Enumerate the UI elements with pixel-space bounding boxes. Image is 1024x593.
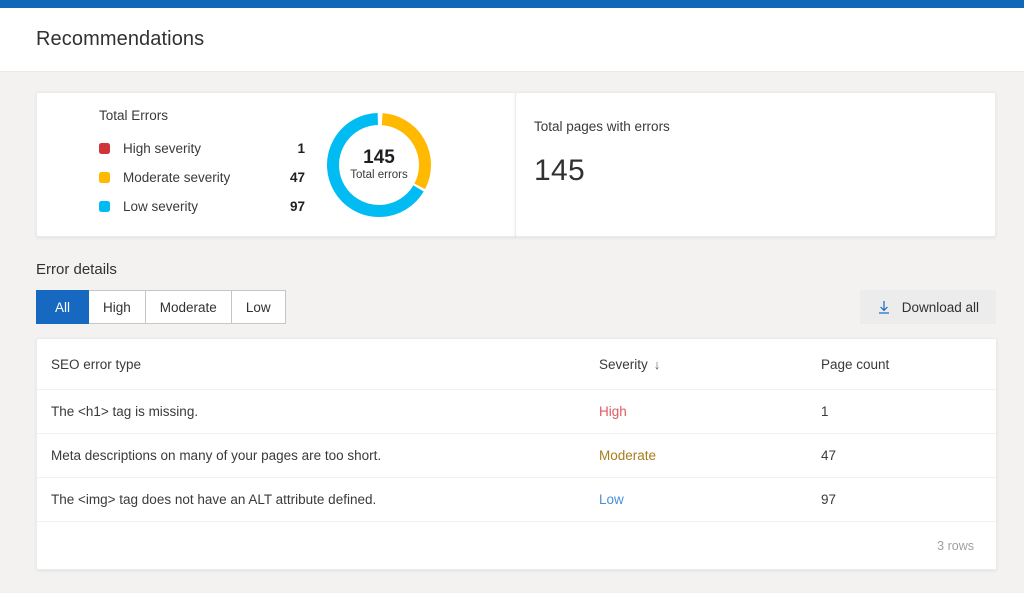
severity-filter-group: All High Moderate Low xyxy=(36,290,286,324)
error-details-table: SEO error type Severity ↓ Page count The … xyxy=(37,339,996,522)
cell-error-type: Meta descriptions on many of your pages … xyxy=(37,433,585,478)
top-accent-bar xyxy=(0,0,1024,8)
legend-item-moderate: Moderate severity 47 xyxy=(99,163,305,192)
table-body: The <h1> tag is missing. High 1 Meta des… xyxy=(37,389,996,522)
legend-title: Total Errors xyxy=(99,108,169,123)
legend-label-high: High severity xyxy=(123,141,202,156)
main-content: Total Errors High severity 1 Moderate se… xyxy=(0,72,1024,570)
table-row-count: 3 rows xyxy=(937,539,974,553)
legend-item-high: High severity 1 xyxy=(99,134,305,163)
donut-svg xyxy=(327,112,431,217)
download-all-label: Download all xyxy=(901,299,979,315)
sort-descending-icon: ↓ xyxy=(653,357,661,372)
column-header-severity-label: Severity xyxy=(599,357,648,372)
total-pages-with-errors-card: Total pages with errors 145 xyxy=(515,92,996,237)
errors-donut-chart: 145 Total errors xyxy=(323,109,435,221)
cell-page-count: 47 xyxy=(807,433,996,478)
errors-legend: Total Errors High severity 1 Moderate se… xyxy=(37,108,305,221)
legend-value-low: 97 xyxy=(289,199,305,214)
table-row[interactable]: Meta descriptions on many of your pages … xyxy=(37,433,996,478)
pages-kpi-label: Total pages with errors xyxy=(534,119,670,134)
total-errors-card: Total Errors High severity 1 Moderate se… xyxy=(36,92,516,237)
table-row[interactable]: The <h1> tag is missing. High 1 xyxy=(37,389,996,434)
filter-tab-low[interactable]: Low xyxy=(231,290,286,324)
column-header-page-count[interactable]: Page count xyxy=(807,339,996,390)
legend-item-low: Low severity 97 xyxy=(99,192,305,221)
table-head: SEO error type Severity ↓ Page count xyxy=(37,339,996,390)
cell-severity: Moderate xyxy=(585,433,807,478)
high-severity-dot-icon xyxy=(99,143,110,154)
cell-error-type: The <h1> tag is missing. xyxy=(37,389,585,434)
filter-tab-high[interactable]: High xyxy=(89,290,146,324)
low-severity-dot-icon xyxy=(99,201,110,212)
column-header-seo-error-type[interactable]: SEO error type xyxy=(37,339,585,390)
legend-value-high: 1 xyxy=(297,141,305,156)
legend-label-low: Low severity xyxy=(123,199,199,214)
filter-tab-moderate[interactable]: Moderate xyxy=(145,290,232,324)
download-all-button[interactable]: Download all xyxy=(859,290,996,324)
error-details-table-card: SEO error type Severity ↓ Page count The … xyxy=(36,338,997,570)
cell-severity: Low xyxy=(585,477,807,522)
table-header-row: SEO error type Severity ↓ Page count xyxy=(37,339,996,390)
cell-page-count: 97 xyxy=(807,477,996,522)
cell-severity: High xyxy=(585,389,807,434)
moderate-severity-dot-icon xyxy=(99,172,110,183)
donut-segment-moderate xyxy=(381,112,431,189)
table-row[interactable]: The <img> tag does not have an ALT attri… xyxy=(37,477,996,522)
cell-error-type: The <img> tag does not have an ALT attri… xyxy=(37,477,585,522)
column-header-severity[interactable]: Severity ↓ xyxy=(585,339,807,390)
cell-page-count: 1 xyxy=(807,389,996,434)
summary-row: Total Errors High severity 1 Moderate se… xyxy=(36,92,996,237)
legend-label-moderate: Moderate severity xyxy=(123,170,231,185)
page-header: Recommendations xyxy=(0,8,1024,72)
legend-value-moderate: 47 xyxy=(289,170,305,185)
pages-kpi-value: 145 xyxy=(534,154,585,187)
table-controls: All High Moderate Low Download all xyxy=(36,290,996,324)
page-title: Recommendations xyxy=(36,28,205,50)
download-icon xyxy=(878,300,889,314)
filter-tab-all[interactable]: All xyxy=(36,290,89,324)
error-details-title: Error details xyxy=(36,261,117,278)
